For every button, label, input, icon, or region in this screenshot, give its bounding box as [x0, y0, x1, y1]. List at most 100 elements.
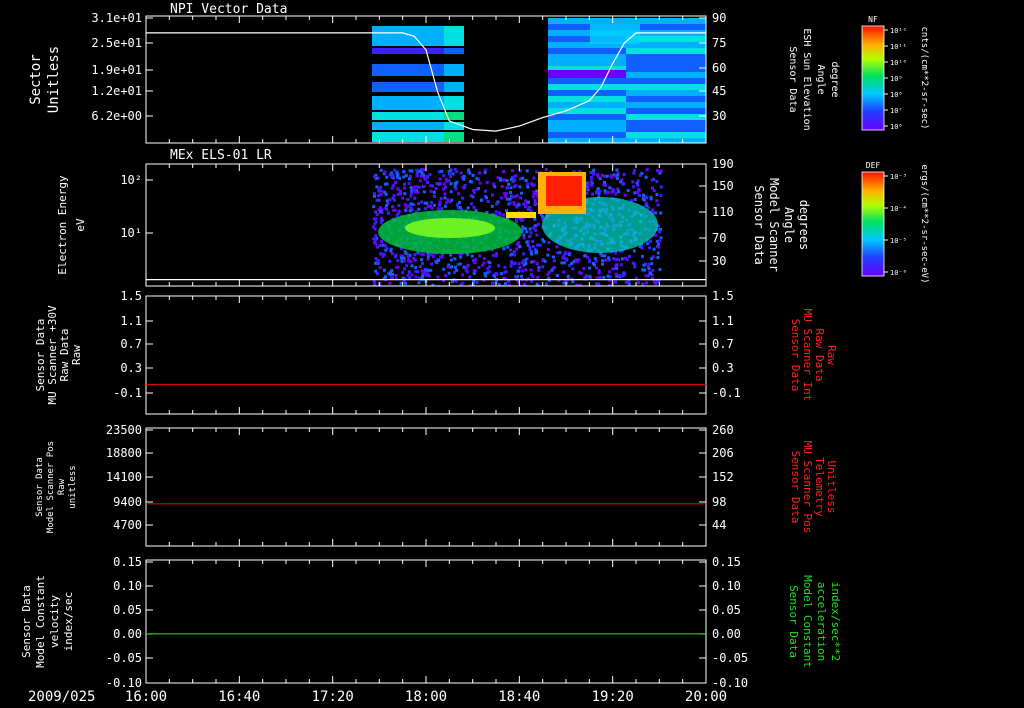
- spectro-cell: [491, 253, 495, 257]
- y-axis-label: Model Constant: [34, 575, 47, 668]
- spectro-cell: [416, 191, 420, 194]
- spectro-cell: [463, 183, 467, 187]
- spectro-cell: [436, 275, 440, 279]
- spectro-cell: [373, 194, 376, 198]
- spectro-cell: [636, 281, 640, 284]
- spectro-cell: [384, 248, 388, 252]
- spectro-cell: [548, 102, 626, 108]
- spectro-cell: [541, 265, 545, 269]
- spectro-cell: [414, 266, 418, 269]
- spectro-cell: [644, 202, 648, 206]
- spectro-cell: [514, 184, 518, 188]
- spectro-cell: [627, 282, 631, 286]
- spectro-cell: [403, 182, 406, 186]
- spectro-cell: [519, 196, 522, 200]
- spectro-cell: [450, 280, 454, 284]
- panel-frame: [145, 427, 707, 547]
- spectro-cell: [401, 271, 405, 275]
- spectro-cell: [544, 168, 548, 172]
- spectro-cell: [537, 268, 541, 272]
- spectro-cell: [448, 172, 451, 176]
- ionospheric-data-plot: NPI Vector Data 3.1e+01 2.5e+01 1.9e+01 1.2e…: [20, 2, 929, 705]
- y2-axis-label: degrees: [797, 200, 811, 251]
- spectro-cell: [504, 195, 508, 199]
- y2-axis-label: Sensor Data: [789, 451, 802, 524]
- spectro-cell: [524, 268, 528, 272]
- y-tick-label: 1.9e+01: [91, 63, 142, 77]
- spectro-cell: [548, 120, 626, 126]
- spectro-cell: [546, 253, 550, 257]
- spectro-cell: [495, 202, 499, 206]
- spectro-cell: [372, 217, 376, 221]
- spectro-cell: [500, 185, 504, 188]
- spectro-cell: [451, 172, 455, 176]
- spectro-cell: [430, 206, 434, 210]
- spectro-cell: [374, 261, 378, 265]
- y-tick-label: 2.5e+01: [91, 36, 142, 50]
- spectro-cell: [430, 262, 434, 266]
- spectro-cell: [394, 253, 398, 257]
- spectro-cell: [373, 227, 377, 231]
- spectro-cell: [510, 169, 514, 173]
- spectro-cell: [475, 187, 479, 191]
- spectro-cell: [536, 275, 540, 279]
- spectro-cell: [420, 200, 424, 204]
- spectro-cell: [390, 175, 394, 179]
- y2-axis-label: ESH Sun Elevation: [801, 28, 812, 130]
- spectro-cell: [383, 182, 387, 186]
- spectro-cell: [453, 265, 457, 269]
- spectro-cell: [596, 173, 599, 177]
- spectro-cell: [385, 199, 389, 203]
- spectro-cell: [507, 182, 511, 186]
- spectro-cell: [394, 180, 397, 184]
- spectro-cell: [598, 177, 602, 181]
- spectro-cell: [421, 261, 424, 265]
- spectro-cell: [465, 270, 469, 274]
- spectro-cell: [512, 250, 516, 254]
- spectro-cell: [402, 259, 406, 263]
- spectro-cell: [615, 168, 619, 172]
- spectro-cell: [442, 267, 446, 271]
- y2-axis-label: degree: [829, 61, 840, 97]
- y-tick-label: 1.5: [120, 289, 142, 303]
- spectro-cell: [656, 256, 660, 260]
- y-axis-label: Model Scanner Pos: [46, 441, 56, 533]
- spectro-cell: [388, 259, 392, 263]
- spectro-cell: [618, 274, 622, 278]
- spectro-cell: [383, 170, 387, 174]
- spectro-cell: [521, 176, 525, 180]
- spectro-cell: [543, 259, 547, 263]
- spectro-cell: [524, 262, 528, 266]
- spectro-cell: [488, 265, 492, 269]
- spectro-cell: [609, 175, 613, 179]
- y-tick-label: 23500: [106, 423, 142, 437]
- spectro-cell: [504, 282, 507, 286]
- axes-layer: NPI Vector Data 3.1e+01 2.5e+01 1.9e+01 1.2e…: [20, 2, 929, 705]
- spectro-cell: [396, 259, 400, 262]
- spectro-cell: [390, 186, 394, 190]
- spectro-cell: [495, 273, 499, 276]
- spectro-cell: [404, 173, 408, 177]
- spectro-cell: [509, 190, 513, 194]
- spectro-cell: [505, 209, 508, 213]
- spectro-cell: [513, 178, 517, 182]
- spectro-cell: [468, 275, 472, 279]
- spectro-cell: [529, 251, 533, 254]
- spectro-cell: [655, 244, 659, 248]
- spectro-cell: [406, 197, 410, 201]
- spectro-cell: [379, 221, 383, 225]
- spectro-cell: [454, 187, 458, 191]
- spectro-cell: [485, 180, 489, 184]
- spectro-cell: [592, 168, 596, 172]
- spectro-cell: [597, 269, 601, 273]
- spectro-cell: [524, 227, 528, 231]
- spectro-cell: [374, 234, 378, 238]
- spectro-cell: [515, 220, 519, 224]
- spectro-cell: [409, 260, 413, 264]
- spectro-cell: [535, 251, 539, 255]
- spectro-cell: [427, 268, 431, 272]
- y-tick-label: 1.2e+01: [91, 84, 142, 98]
- y2-tick-label: 206: [712, 446, 734, 460]
- colorbar: [861, 171, 885, 277]
- spectro-cell: [449, 168, 453, 172]
